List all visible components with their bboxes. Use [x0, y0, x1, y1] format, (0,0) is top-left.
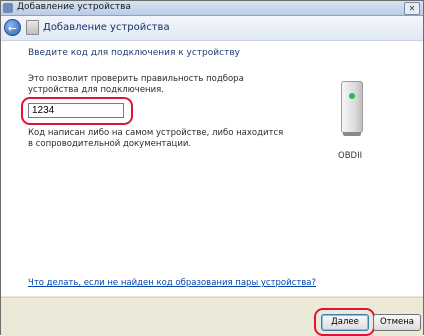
- device-name: OBDII: [338, 151, 363, 161]
- back-button[interactable]: ←: [4, 19, 21, 36]
- close-icon: ✕: [408, 4, 416, 13]
- back-arrow-icon: ←: [7, 22, 18, 35]
- wizard-header: ← Добавление устройства: [1, 16, 423, 41]
- pairing-code-input[interactable]: [28, 103, 124, 118]
- next-button[interactable]: Далее: [321, 314, 369, 331]
- cancel-button[interactable]: Отмена: [373, 314, 421, 331]
- add-device-window: Добавление устройства ✕ ← Добавление уст…: [0, 0, 424, 336]
- app-icon: [3, 3, 13, 13]
- wizard-content: Введите код для подключения к устройству…: [1, 41, 423, 296]
- device-tower: [341, 81, 363, 133]
- device-status-led: [349, 93, 355, 99]
- device-wizard-icon: [26, 20, 39, 35]
- code-location-hint: Код написан либо на самом устройстве, ли…: [28, 128, 284, 149]
- title-bar: Добавление устройства ✕: [1, 1, 423, 16]
- close-button[interactable]: ✕: [404, 2, 420, 15]
- device-base: [343, 132, 361, 136]
- pairing-help-link[interactable]: Что делать, если не найден код образован…: [28, 278, 316, 288]
- window-title: Добавление устройства: [17, 2, 131, 12]
- wizard-title: Добавление устройства: [43, 22, 170, 33]
- device-icon: [341, 81, 363, 137]
- wizard-footer: Далее Отмена: [1, 297, 423, 336]
- instruction-description: Это позволит проверить правильность подб…: [28, 74, 244, 95]
- instruction-heading: Введите код для подключения к устройству: [28, 48, 240, 58]
